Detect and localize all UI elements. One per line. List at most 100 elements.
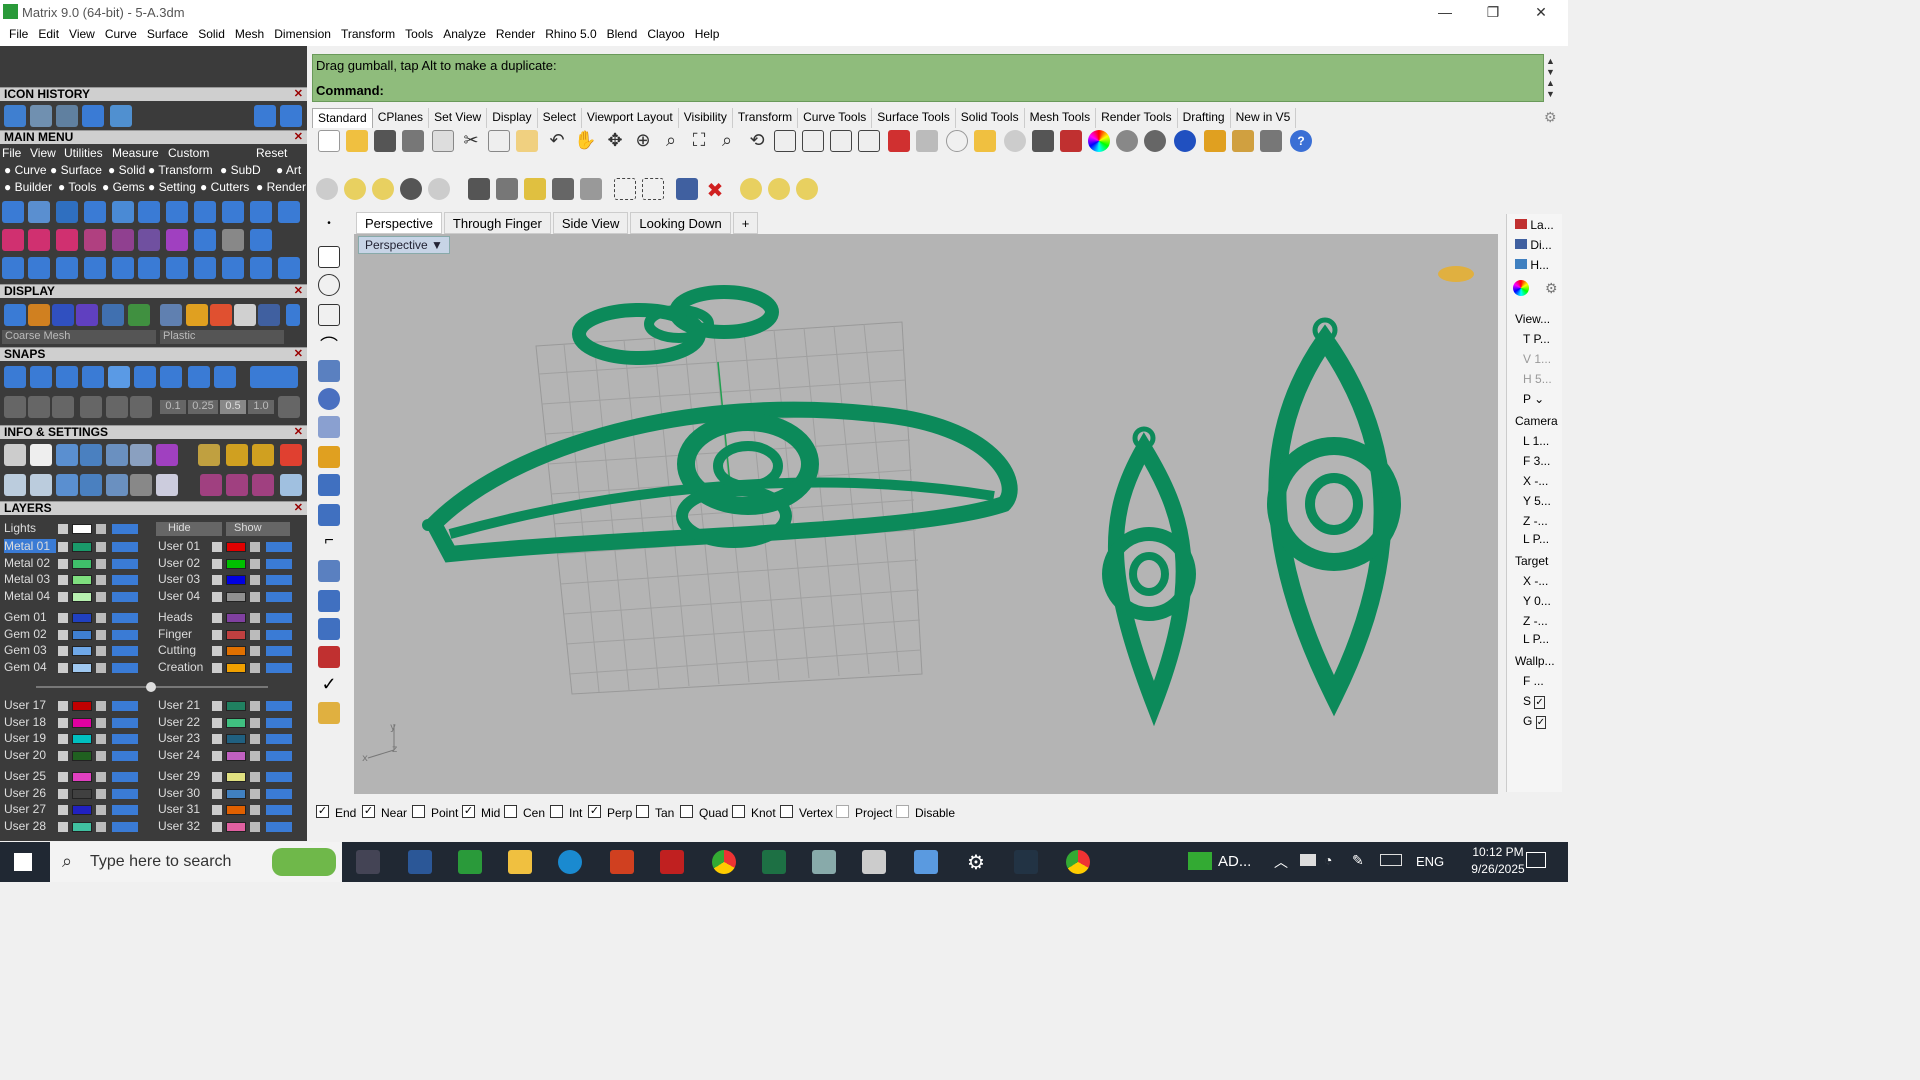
- info-settings-header[interactable]: INFO & SETTINGS ✕: [0, 425, 307, 439]
- cutter-tool-icon[interactable]: [56, 105, 78, 127]
- vptab-add[interactable]: +: [732, 212, 759, 234]
- material-icon[interactable]: [1144, 130, 1166, 152]
- cross-tool-icon[interactable]: [2, 229, 24, 251]
- fillet-tool-icon[interactable]: [56, 257, 78, 279]
- show-button[interactable]: Show: [226, 522, 290, 536]
- view-row-v[interactable]: V 1...: [1523, 352, 1551, 366]
- visibility-toggle[interactable]: [112, 542, 138, 552]
- layer-row[interactable]: User 25: [0, 769, 146, 784]
- layer-color[interactable]: [72, 613, 92, 623]
- chevron-right-icon[interactable]: [212, 821, 222, 832]
- twist-tool-icon[interactable]: [166, 257, 188, 279]
- layer-row[interactable]: Finger: [154, 627, 300, 642]
- gear-icon[interactable]: ⚙: [1544, 109, 1557, 126]
- osnap-near-label[interactable]: Near: [381, 806, 407, 820]
- shank-tool-icon[interactable]: [84, 201, 106, 223]
- close-icon[interactable]: ✕: [294, 502, 303, 515]
- document-icon[interactable]: [106, 444, 128, 466]
- mm-measure[interactable]: Measure: [112, 146, 159, 160]
- builder-curve[interactable]: ● Curve: [4, 163, 47, 177]
- clock[interactable]: 10:12 PM 9/26/2025: [1462, 845, 1534, 876]
- mm-utilities[interactable]: Utilities: [64, 146, 103, 160]
- light-bulb-on-icon[interactable]: [344, 178, 366, 200]
- layer-row[interactable]: User 29: [154, 769, 300, 784]
- menu-view[interactable]: View: [64, 24, 100, 46]
- osnap-perp-checkbox[interactable]: ✓: [588, 805, 601, 818]
- light-bulbs-icon[interactable]: [428, 178, 450, 200]
- layer-color[interactable]: [72, 558, 92, 569]
- setting-tool-icon[interactable]: [250, 201, 272, 223]
- lock-icon[interactable]: [250, 613, 260, 623]
- osnap-end-label[interactable]: End: [335, 806, 356, 820]
- mesh-icon[interactable]: [318, 416, 340, 438]
- language-indicator[interactable]: ENG: [1416, 854, 1444, 869]
- visibility-toggle[interactable]: [266, 750, 292, 761]
- visibility-toggle[interactable]: [266, 591, 292, 602]
- rotate-view-icon[interactable]: ⟲: [746, 130, 768, 152]
- open-file-icon[interactable]: [346, 130, 368, 152]
- menu-rhino[interactable]: Rhino 5.0: [540, 24, 601, 46]
- dimension-icon[interactable]: [318, 446, 340, 468]
- paste-icon[interactable]: [516, 130, 538, 152]
- icon-history-header[interactable]: ICON HISTORY ✕: [0, 87, 307, 101]
- plus-tool-icon[interactable]: [28, 229, 50, 251]
- light-bulb-selected-icon[interactable]: [372, 178, 394, 200]
- visibility-toggle[interactable]: [112, 591, 138, 602]
- layer-color[interactable]: [72, 772, 92, 782]
- osnap-point-label[interactable]: Point: [431, 806, 458, 820]
- tab-select[interactable]: Select: [538, 108, 582, 128]
- osnap-mid-checkbox[interactable]: ✓: [462, 805, 475, 818]
- wifi-icon[interactable]: ◔: [1324, 852, 1332, 868]
- lock-icon[interactable]: [96, 750, 106, 761]
- point-icon[interactable]: •: [318, 218, 340, 240]
- tools-icon[interactable]: [130, 474, 152, 496]
- view-row-p[interactable]: P ⌄: [1523, 392, 1544, 406]
- snap-perp-icon[interactable]: [160, 366, 182, 388]
- snap-cen-icon[interactable]: [108, 366, 130, 388]
- visibility-toggle[interactable]: [112, 717, 138, 728]
- visibility-toggle[interactable]: [112, 662, 138, 673]
- layer-color[interactable]: [72, 701, 92, 711]
- bangle-model[interactable]: [424, 401, 1018, 563]
- fillet-icon[interactable]: ⌐: [318, 532, 340, 554]
- mm-file[interactable]: File: [2, 146, 21, 160]
- lock-toggle-icon[interactable]: [580, 178, 602, 200]
- layer-color[interactable]: [72, 662, 92, 673]
- smarttrack-icon[interactable]: [52, 396, 74, 418]
- layer-color[interactable]: [72, 821, 92, 832]
- boolean-icon[interactable]: [318, 504, 340, 526]
- osnap-tan-label[interactable]: Tan: [655, 806, 674, 820]
- join-icon[interactable]: [318, 560, 340, 582]
- hide-button[interactable]: Hide: [156, 522, 222, 536]
- chevron-right-icon[interactable]: [58, 734, 68, 744]
- menu-surface[interactable]: Surface: [142, 24, 193, 46]
- unlock-selected-icon[interactable]: [524, 178, 546, 200]
- array-tool-icon[interactable]: [194, 257, 216, 279]
- circle-tool-icon[interactable]: [2, 201, 24, 223]
- lock-icon[interactable]: [250, 591, 260, 602]
- silver-material-icon[interactable]: [234, 304, 256, 326]
- layer-color[interactable]: [72, 646, 92, 656]
- bend-tool-icon[interactable]: [222, 257, 244, 279]
- visibility-toggle[interactable]: [112, 558, 138, 569]
- display-scroll-icon[interactable]: [286, 304, 300, 326]
- metal-material-icon[interactable]: [160, 304, 182, 326]
- zoom-in-icon[interactable]: ⊕: [632, 130, 654, 152]
- filter-icon[interactable]: [130, 396, 152, 418]
- layer-color[interactable]: [226, 788, 246, 799]
- snap-value-0.25[interactable]: 0.25: [188, 400, 218, 414]
- lock-icon[interactable]: [96, 701, 106, 711]
- earring-large-model[interactable]: [1267, 317, 1401, 717]
- gold-material-icon[interactable]: [186, 304, 208, 326]
- remote-desktop-icon[interactable]: [812, 850, 836, 874]
- layer-color[interactable]: [72, 542, 92, 552]
- chevron-right-icon[interactable]: [58, 542, 68, 552]
- gear-icon[interactable]: ⚙: [1545, 280, 1558, 297]
- tab-viewport-layout[interactable]: Viewport Layout: [582, 108, 679, 128]
- lock-icon[interactable]: [96, 788, 106, 799]
- layer-row[interactable]: User 03: [154, 572, 300, 587]
- layer-row[interactable]: Gem 02: [0, 627, 146, 642]
- command-scroll[interactable]: ▲ ▼ ▲ ▼: [1546, 56, 1558, 100]
- zoom-extents-icon[interactable]: ⛶: [688, 130, 710, 152]
- color-wheel-icon[interactable]: [1088, 130, 1110, 152]
